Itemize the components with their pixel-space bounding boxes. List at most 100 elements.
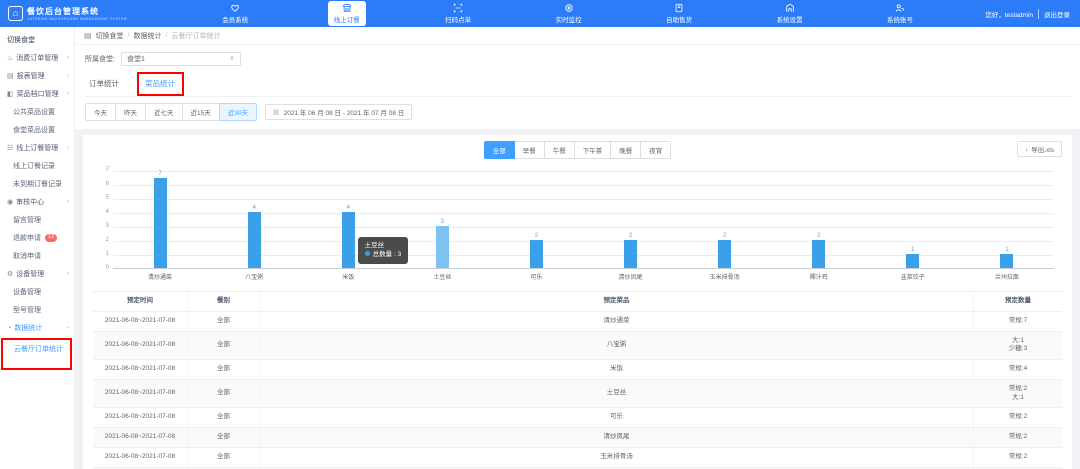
bar[interactable] xyxy=(1000,254,1013,268)
nav-item[interactable]: 扫码点单 xyxy=(440,2,476,25)
export-button[interactable]: ↓ 导出.xls xyxy=(1017,141,1062,157)
table-row[interactable]: 2021-06-08~2021-07-08全部土豆丝常规:2 大:1 xyxy=(93,380,1062,409)
filter-section: 所属食堂: 食堂1 ▼ 订单统计 菜品统计 今天昨天近七天近15天近30天 ▦ … xyxy=(75,45,1080,129)
chart-bar-group[interactable]: 1 xyxy=(960,171,1054,268)
bar-value-label: 2 xyxy=(723,233,726,239)
sidebar-item[interactable]: 型号管理 xyxy=(0,301,74,319)
meal-type-button[interactable]: 夜宵 xyxy=(640,141,671,159)
sidebar-item[interactable]: 云餐厅订单统计 xyxy=(7,342,69,356)
nav-item[interactable]: 线上订餐 xyxy=(328,1,366,26)
chart-bar-group[interactable]: 4 xyxy=(207,171,301,268)
table-cell: 2021-06-08~2021-07-08 xyxy=(93,336,188,355)
nav-item[interactable]: 系统设置 xyxy=(772,2,808,25)
orders-icon: ♨ xyxy=(7,54,13,62)
chart-bar-group[interactable]: 4 xyxy=(301,171,395,268)
canteen-select[interactable]: 食堂1 ▼ xyxy=(121,52,241,66)
bar[interactable] xyxy=(624,240,637,268)
date-quick-button[interactable]: 昨天 xyxy=(115,103,146,121)
table-row[interactable]: 2021-06-08~2021-07-08全部玉米排骨汤常规:2 xyxy=(93,448,1062,468)
y-axis-tick: 3 xyxy=(106,223,113,229)
chart-bar-group[interactable]: 2 xyxy=(489,171,583,268)
sidebar-item[interactable]: 留言管理 xyxy=(0,211,74,229)
stat-tabs: 订单统计 菜品统计 xyxy=(85,75,1070,96)
chart-bar-group[interactable]: 2 xyxy=(583,171,677,268)
bar-value-label: 4 xyxy=(347,205,350,211)
breadcrumb-item[interactable]: 数据统计 xyxy=(134,31,162,41)
sidebar-item[interactable]: ♨消费订单管理∨ xyxy=(0,49,74,67)
nav-item[interactable]: 会员系统 xyxy=(217,2,253,25)
table-row[interactable]: 2021-06-08~2021-07-08全部米饭常规:4 xyxy=(93,360,1062,380)
breadcrumb-item[interactable]: 切换食堂 xyxy=(96,31,124,41)
y-axis-tick: 5 xyxy=(106,195,113,201)
bar-value-label: 7 xyxy=(158,171,161,177)
table-row[interactable]: 2021-06-08~2021-07-08全部清炒凤尾常规:2 xyxy=(93,428,1062,448)
date-quick-button[interactable]: 近30天 xyxy=(219,103,257,121)
sidebar-item[interactable]: 食堂菜品设置 xyxy=(0,121,74,139)
table-cell: 玉米排骨汤 xyxy=(260,448,974,467)
date-quick-button[interactable]: 今天 xyxy=(85,103,116,121)
x-axis-label: 清炒通菜 xyxy=(113,269,207,281)
sidebar-item[interactable]: ▤报表管理∨ xyxy=(0,67,74,85)
nav-item[interactable]: 自助售货 xyxy=(661,2,697,25)
divider xyxy=(1038,9,1039,19)
date-quick-button[interactable]: 近七天 xyxy=(145,103,183,121)
nav-item[interactable]: 实时监控 xyxy=(551,2,587,25)
sidebar-item[interactable]: 线上订餐记录 xyxy=(0,157,74,175)
sidebar-item-label: 报表管理 xyxy=(17,71,45,81)
nav-item[interactable]: 系统账号 xyxy=(882,2,918,25)
sidebar-item-label: 线上订餐管理 xyxy=(16,143,58,153)
sidebar-item[interactable]: ☷线上订餐管理∨ xyxy=(0,139,74,157)
bar[interactable] xyxy=(154,178,167,268)
users-icon xyxy=(895,3,905,13)
sidebar-item[interactable]: ◧菜品档口管理∨ xyxy=(0,85,74,103)
tab-dish-stats[interactable]: 菜品统计 xyxy=(143,75,177,96)
meal-type-button[interactable]: 早餐 xyxy=(514,141,545,159)
chart-bar-group[interactable]: 7 xyxy=(113,171,207,268)
tab-order-stats[interactable]: 订单统计 xyxy=(87,75,121,96)
sidebar-item[interactable]: 切换食堂 xyxy=(0,31,74,49)
bar[interactable] xyxy=(342,212,355,268)
chart-bar-group[interactable]: 2 xyxy=(678,171,772,268)
sidebar-item[interactable]: 退款申请12 xyxy=(0,229,74,247)
sidebar-item-label: 数据统计 xyxy=(14,323,42,333)
table-row[interactable]: 2021-06-08~2021-07-08全部八宝粥大:1 少糖:3 xyxy=(93,332,1062,361)
bar[interactable] xyxy=(906,254,919,268)
bar[interactable] xyxy=(530,240,543,268)
meal-type-button[interactable]: 下午茶 xyxy=(574,141,612,159)
bar[interactable] xyxy=(718,240,731,268)
meal-type-button[interactable]: 全部 xyxy=(484,141,515,159)
sidebar-item-label: 留言管理 xyxy=(13,215,41,225)
bar[interactable] xyxy=(248,212,261,268)
sidebar-item[interactable]: 设备管理 xyxy=(0,283,74,301)
sidebar-item[interactable]: 取消申请 xyxy=(0,247,74,265)
chart-bar-group[interactable]: 3 xyxy=(395,171,489,268)
table-cell: 大:1 少糖:3 xyxy=(974,332,1062,360)
annotation-box: 云餐厅订单统计 xyxy=(1,338,72,370)
meal-type-button[interactable]: 晚餐 xyxy=(610,141,641,159)
meal-type-button[interactable]: 午餐 xyxy=(544,141,575,159)
nav-item-label: 实时监控 xyxy=(556,14,582,24)
nav-item-label: 系统账号 xyxy=(887,14,913,24)
table-row[interactable]: 2021-06-08~2021-07-08全部可乐常规:2 xyxy=(93,408,1062,428)
sidebar-item[interactable]: 未到期订餐记录 xyxy=(0,175,74,193)
sidebar-item[interactable]: ⚙设备管理∨ xyxy=(0,265,74,283)
table-row[interactable]: 2021-06-08~2021-07-08全部清炒通菜常规:7 xyxy=(93,312,1062,332)
date-quick-button[interactable]: 近15天 xyxy=(182,103,220,121)
y-axis-tick: 2 xyxy=(106,237,113,243)
sidebar-item-label: 设备管理 xyxy=(16,269,44,279)
sidebar-item[interactable]: ◉审核中心∨ xyxy=(0,193,74,211)
chart-bar-group[interactable]: 1 xyxy=(866,171,960,268)
chart-bar-group[interactable]: 2 xyxy=(772,171,866,268)
bar[interactable] xyxy=(812,240,825,268)
logout-link[interactable]: 退出登录 xyxy=(1044,9,1070,19)
export-button-label: 导出.xls xyxy=(1031,144,1054,154)
bar-chart: 01234567 7443222211 土豆丝 总数量 : 3 清炒通菜八宝粥米… xyxy=(105,171,1054,281)
x-axis-label: 土豆丝 xyxy=(395,269,489,281)
y-axis-tick: 7 xyxy=(106,167,113,173)
sidebar-item[interactable]: 公共菜品设置 xyxy=(0,103,74,121)
date-range-picker[interactable]: ▦ 2021 年 06 月 08 日 - 2021 年 07 月 08 日 xyxy=(265,104,412,120)
sidebar-item[interactable]: ◔数据统计∨ xyxy=(0,319,74,337)
nav-item-label: 会员系统 xyxy=(222,14,248,24)
bar[interactable] xyxy=(436,226,449,268)
breadcrumb-separator: / xyxy=(128,32,130,39)
